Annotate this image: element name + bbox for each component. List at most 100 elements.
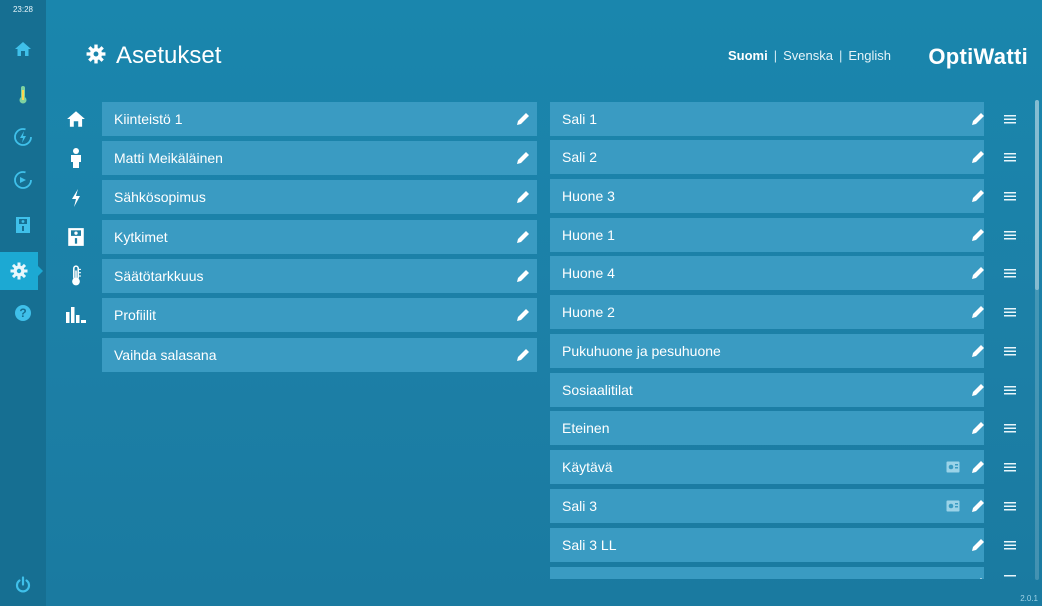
language-fi-link[interactable]: Suomi: [728, 48, 768, 63]
drag-handle-icon[interactable]: [999, 373, 1021, 407]
room-label: Huone 4: [562, 265, 615, 281]
drag-handle-icon[interactable]: [999, 256, 1021, 290]
language-en-link[interactable]: English: [848, 48, 891, 63]
room-row[interactable]: Sosiaalitilat: [550, 373, 984, 407]
room-row[interactable]: Huone 4: [550, 256, 984, 290]
help-icon: ?: [14, 304, 32, 322]
settings-row-change-password[interactable]: Vaihda salasana: [102, 338, 537, 372]
sidebar: 23:28 ?: [0, 0, 46, 606]
edit-icon[interactable]: [964, 140, 984, 174]
thermostat-icon[interactable]: [942, 450, 964, 484]
edit-icon[interactable]: [964, 295, 984, 329]
edit-icon[interactable]: [964, 218, 984, 252]
room-label: Huone 2: [562, 304, 615, 320]
edit-icon[interactable]: [964, 567, 984, 579]
page-header: Asetukset: [86, 38, 221, 74]
power-icon: [14, 576, 32, 594]
sidebar-energy-button[interactable]: [0, 118, 46, 156]
language-selector: Suomi | Svenska | English: [728, 48, 891, 63]
settings-row-switches[interactable]: Kytkimet: [102, 220, 537, 254]
sidebar-gauge-button[interactable]: [0, 161, 46, 199]
thermostat-icon[interactable]: [942, 489, 964, 523]
gauge-icon: [13, 170, 33, 190]
room-row[interactable]: Sali 3 LL: [550, 528, 984, 562]
drag-handle-icon[interactable]: [999, 334, 1021, 368]
room-row[interactable]: Eteinen: [550, 411, 984, 445]
rooms-list[interactable]: Sali 1 Sali 2 Huone 3 Huone 1 Huone 4 Hu…: [504, 100, 984, 579]
edit-icon[interactable]: [964, 489, 984, 523]
language-separator: |: [838, 48, 843, 63]
energy-icon: [13, 127, 33, 147]
room-label: Sali 3 LL: [562, 537, 617, 553]
settings-row-label: Matti Meikäläinen: [114, 150, 223, 166]
edit-icon[interactable]: [964, 528, 984, 562]
version-label: 2.0.1: [1020, 594, 1038, 603]
room-row[interactable]: Pukuhuone ja pesuhuone: [550, 334, 984, 368]
sidebar-settings-button[interactable]: [0, 252, 43, 290]
settings-row-label: Sähkösopimus: [114, 189, 206, 205]
bar-chart-icon: [60, 297, 92, 333]
room-label: Sali 3: [562, 498, 598, 514]
settings-row-user[interactable]: Matti Meikäläinen: [102, 141, 537, 175]
sidebar-switch-button[interactable]: [0, 206, 46, 244]
settings-row-label: Kytkimet: [114, 229, 168, 245]
rooms-scrollbar[interactable]: [1035, 100, 1039, 580]
settings-row-label: Säätötarkkuus: [114, 268, 204, 284]
edit-icon[interactable]: [964, 256, 984, 290]
drag-handle-icon[interactable]: [999, 140, 1021, 174]
home-icon: [14, 41, 32, 57]
room-label: Käytävä: [562, 459, 613, 475]
room-label: Sosiaalitilat: [562, 382, 633, 398]
edit-icon[interactable]: [964, 334, 984, 368]
drag-handle-icon[interactable]: [999, 450, 1021, 484]
room-label: Pukuhuone ja pesuhuone: [562, 343, 721, 359]
room-row[interactable]: [550, 567, 984, 579]
scrollbar-thumb[interactable]: [1035, 100, 1039, 290]
room-row[interactable]: Huone 2: [550, 295, 984, 329]
room-row[interactable]: Sali 2: [550, 140, 984, 174]
room-row[interactable]: Sali 1: [550, 102, 984, 136]
drag-handle-icon[interactable]: [999, 179, 1021, 213]
power-button[interactable]: [0, 570, 46, 600]
drag-handle-icon[interactable]: [999, 295, 1021, 329]
drag-handle-icon[interactable]: [999, 102, 1021, 136]
switch-icon: [60, 219, 92, 255]
person-icon: [60, 140, 92, 176]
settings-row-label: Vaihda salasana: [114, 347, 217, 363]
svg-text:?: ?: [19, 306, 26, 320]
edit-icon[interactable]: [964, 373, 984, 407]
drag-handle-icon[interactable]: [999, 218, 1021, 252]
room-label: Sali 1: [562, 111, 598, 127]
language-sv-link[interactable]: Svenska: [783, 48, 833, 63]
language-separator: |: [773, 48, 778, 63]
clock: 23:28: [12, 5, 34, 14]
room-row[interactable]: Huone 3: [550, 179, 984, 213]
edit-icon[interactable]: [964, 450, 984, 484]
switch-icon: [15, 216, 31, 234]
settings-row-electricity-contract[interactable]: Sähkösopimus: [102, 180, 537, 214]
settings-row-property[interactable]: Kiinteistö 1: [102, 102, 537, 136]
lightning-icon: [60, 180, 92, 216]
edit-icon[interactable]: [964, 102, 984, 136]
settings-row-control-accuracy[interactable]: Säätötarkkuus: [102, 259, 537, 293]
drag-handle-icon[interactable]: [999, 528, 1021, 562]
sidebar-temperature-button[interactable]: [0, 76, 46, 114]
drag-handle-icon[interactable]: [999, 411, 1021, 445]
drag-handle-icon[interactable]: [999, 489, 1021, 523]
settings-row-profiles[interactable]: Profiilit: [102, 298, 537, 332]
edit-icon[interactable]: [964, 411, 984, 445]
edit-icon[interactable]: [964, 179, 984, 213]
room-label: Huone 1: [562, 227, 615, 243]
room-label: Sali 2: [562, 149, 598, 165]
sidebar-home-button[interactable]: [0, 30, 46, 68]
settings-row-label: Profiilit: [114, 307, 157, 323]
drag-handle-icon[interactable]: [999, 566, 1021, 578]
thermometer-icon: [17, 85, 29, 105]
room-row[interactable]: Käytävä: [550, 450, 984, 484]
room-label: Eteinen: [562, 420, 610, 436]
room-row[interactable]: Huone 1: [550, 218, 984, 252]
page-title: Asetukset: [116, 42, 222, 69]
sidebar-help-button[interactable]: ?: [0, 294, 46, 332]
gear-icon: [10, 262, 28, 280]
room-row[interactable]: Sali 3: [550, 489, 984, 523]
